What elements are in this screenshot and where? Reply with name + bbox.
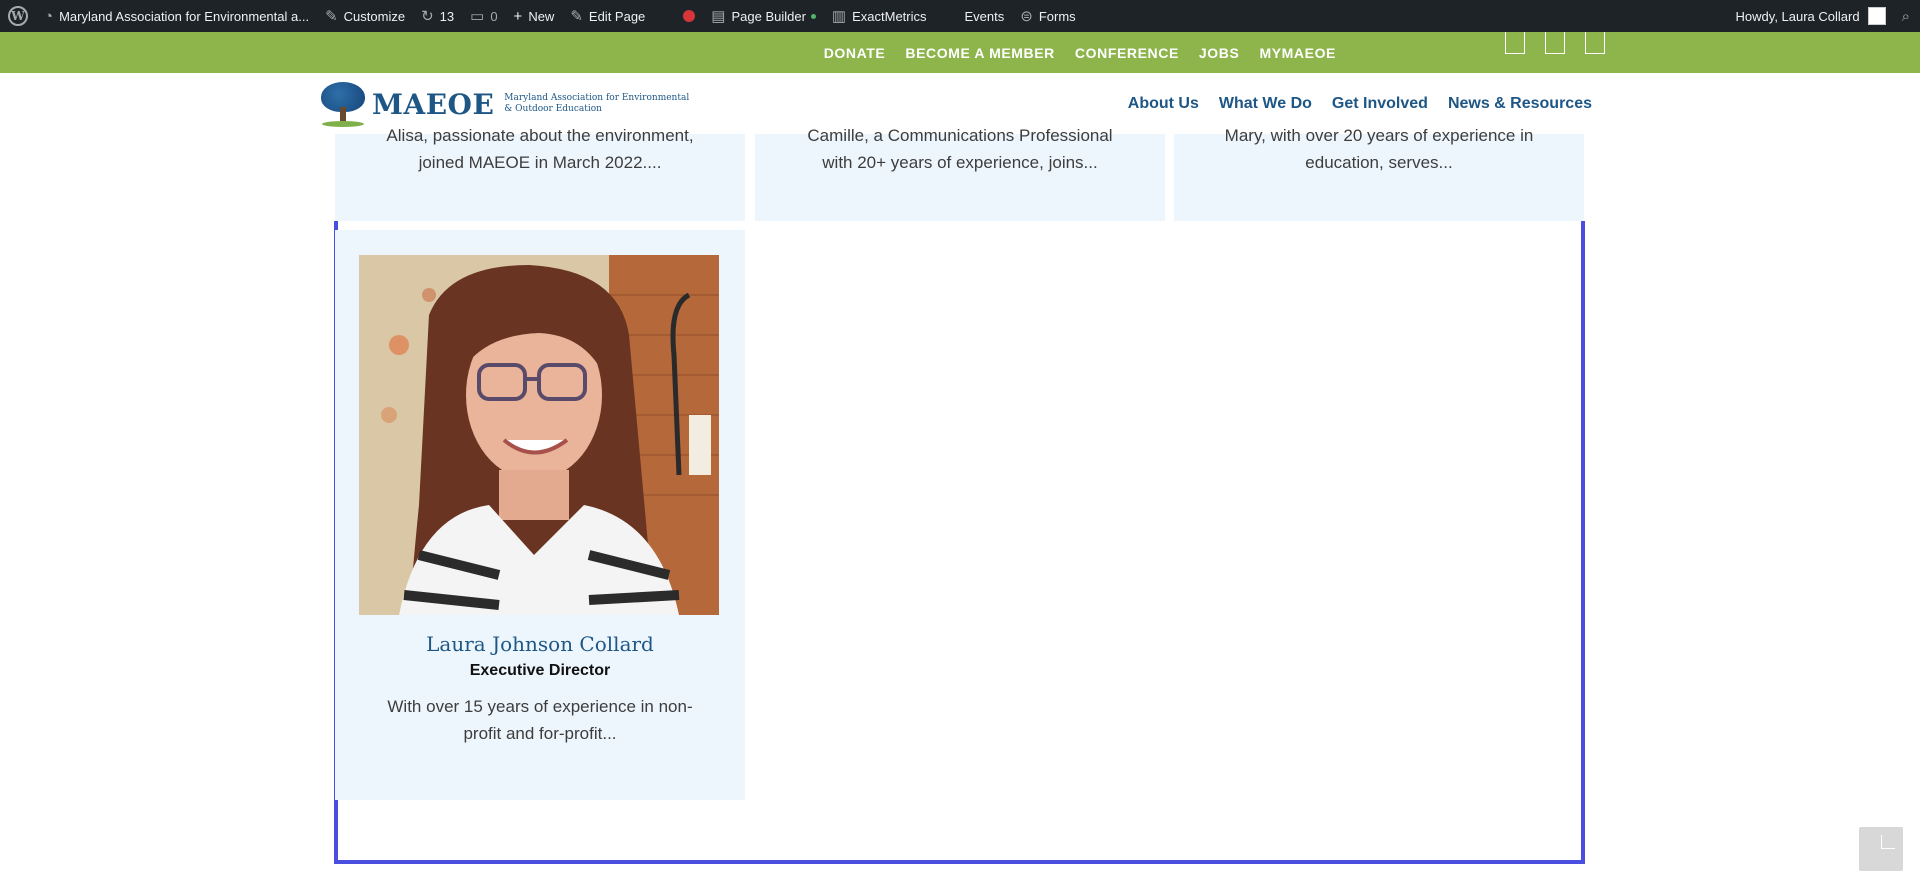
logo-tagline-line1: Maryland Association for Environmental [504, 93, 690, 103]
mymaeoe-link[interactable]: MYMAEOE [1259, 45, 1336, 61]
admin-search[interactable]: ⌕ [1894, 0, 1920, 32]
staff-card[interactable]: Alisa, passionate about the environment,… [335, 126, 745, 221]
utility-bar: DONATE BECOME A MEMBER CONFERENCE JOBS M… [0, 32, 1920, 73]
nav-news-resources[interactable]: News & Resources [1448, 95, 1592, 113]
page-builder-label: Page Builder [731, 8, 806, 24]
staff-name[interactable]: Laura Johnson Collard [335, 632, 745, 656]
site-name-menu[interactable]: ◔ Maryland Association for Environmental… [36, 0, 317, 32]
events-link[interactable]: Events [935, 0, 1013, 32]
howdy-label: Howdy, Laura Collard [1735, 8, 1860, 24]
site-name-label: Maryland Association for Environmental a… [59, 8, 310, 24]
edit-page-label: Edit Page [588, 8, 646, 24]
dashboard-icon: ◔ [44, 7, 54, 25]
staff-photo[interactable] [359, 255, 719, 615]
excerpt-line: Camille, a Communications Professional [807, 126, 1113, 145]
staff-card-excerpt: Camille, a Communications Professional w… [755, 122, 1165, 176]
customize-label: Customize [343, 8, 406, 24]
exactmetrics-link[interactable]: ▥ ExactMetrics [824, 0, 935, 32]
excerpt-line: Mary, with over 20 years of experience i… [1224, 126, 1534, 145]
staff-card[interactable]: Mary, with over 20 years of experience i… [1174, 126, 1584, 221]
pencil-icon: ✎ [570, 8, 583, 25]
updates-link[interactable]: ↻ 13 [413, 0, 462, 32]
social-icon-1[interactable] [1505, 32, 1525, 54]
nav-about-us[interactable]: About Us [1128, 95, 1199, 113]
comment-icon: ▭ [470, 8, 485, 25]
record-indicator[interactable] [653, 0, 703, 32]
comments-link[interactable]: ▭ 0 [462, 0, 505, 32]
social-icon-2[interactable] [1545, 32, 1565, 54]
logo-tagline: Maryland Association for Environmental &… [504, 93, 689, 115]
staff-card-excerpt: With over 15 years of experience in non-… [375, 693, 705, 747]
forms-icon: ⊜ [1020, 8, 1033, 25]
scroll-to-top-button[interactable] [1859, 827, 1903, 871]
nav-get-involved[interactable]: Get Involved [1332, 95, 1428, 113]
new-label: New [528, 8, 555, 24]
staff-role: Executive Director [469, 662, 611, 679]
comments-count: 0 [490, 8, 498, 24]
forms-link[interactable]: ⊜ Forms [1012, 0, 1083, 32]
avatar [1867, 7, 1886, 25]
nav-what-we-do[interactable]: What We Do [1219, 95, 1312, 113]
search-icon: ⌕ [1901, 7, 1910, 25]
logo-wordmark: MAEOE [372, 87, 495, 121]
excerpt-line: with 20+ years of experience, joins... [822, 153, 1098, 172]
excerpt-line: With over 15 years of experience in non- [387, 697, 693, 716]
social-icons [1505, 32, 1605, 54]
page-builder-link[interactable]: ▤ Page Builder [703, 0, 824, 32]
donate-link[interactable]: DONATE [824, 45, 886, 61]
excerpt-line: profit and for-profit... [463, 724, 617, 743]
brush-icon: ✎ [325, 8, 338, 25]
admin-bar: W ◔ Maryland Association for Environment… [0, 0, 1920, 32]
social-icon-3[interactable] [1585, 32, 1605, 54]
new-content-menu[interactable]: + New [506, 0, 563, 32]
staff-section: Alisa, passionate about the environment,… [0, 126, 1920, 878]
bar-chart-icon: ▥ [831, 8, 847, 25]
excerpt-line: education, serves... [1305, 153, 1453, 172]
logo-tagline-line2: & Outdoor Education [504, 104, 602, 114]
staff-card-excerpt: Alisa, passionate about the environment,… [335, 122, 745, 176]
plus-icon: + [513, 7, 523, 25]
forms-label: Forms [1038, 8, 1076, 24]
record-dot-icon [683, 10, 696, 22]
wordpress-icon: W [8, 6, 28, 26]
staff-card-excerpt: Mary, with over 20 years of experience i… [1174, 122, 1584, 176]
updates-icon: ↻ [421, 8, 434, 25]
exactmetrics-label: ExactMetrics [852, 8, 927, 24]
page-builder-icon: ▤ [711, 8, 726, 25]
arrow-up-icon [1881, 835, 1895, 849]
status-dot-icon [810, 13, 816, 19]
conference-link[interactable]: CONFERENCE [1075, 45, 1179, 61]
excerpt-line: Alisa, passionate about the environment, [386, 126, 694, 145]
staff-card[interactable]: Camille, a Communications Professional w… [755, 126, 1165, 221]
become-member-link[interactable]: BECOME A MEMBER [905, 45, 1055, 61]
my-account-menu[interactable]: Howdy, Laura Collard [1728, 0, 1894, 32]
events-label: Events [964, 8, 1005, 24]
jobs-link[interactable]: JOBS [1199, 45, 1240, 61]
staff-card-laura[interactable]: Laura Johnson Collard Executive Director… [335, 230, 745, 800]
utility-links: DONATE BECOME A MEMBER CONFERENCE JOBS M… [824, 32, 1336, 73]
edit-page-link[interactable]: ✎ Edit Page [562, 0, 653, 32]
excerpt-line: joined MAEOE in March 2022.... [418, 153, 662, 172]
customize-link[interactable]: ✎ Customize [317, 0, 413, 32]
updates-count: 13 [439, 8, 455, 24]
wp-logo-menu[interactable]: W [0, 0, 36, 32]
